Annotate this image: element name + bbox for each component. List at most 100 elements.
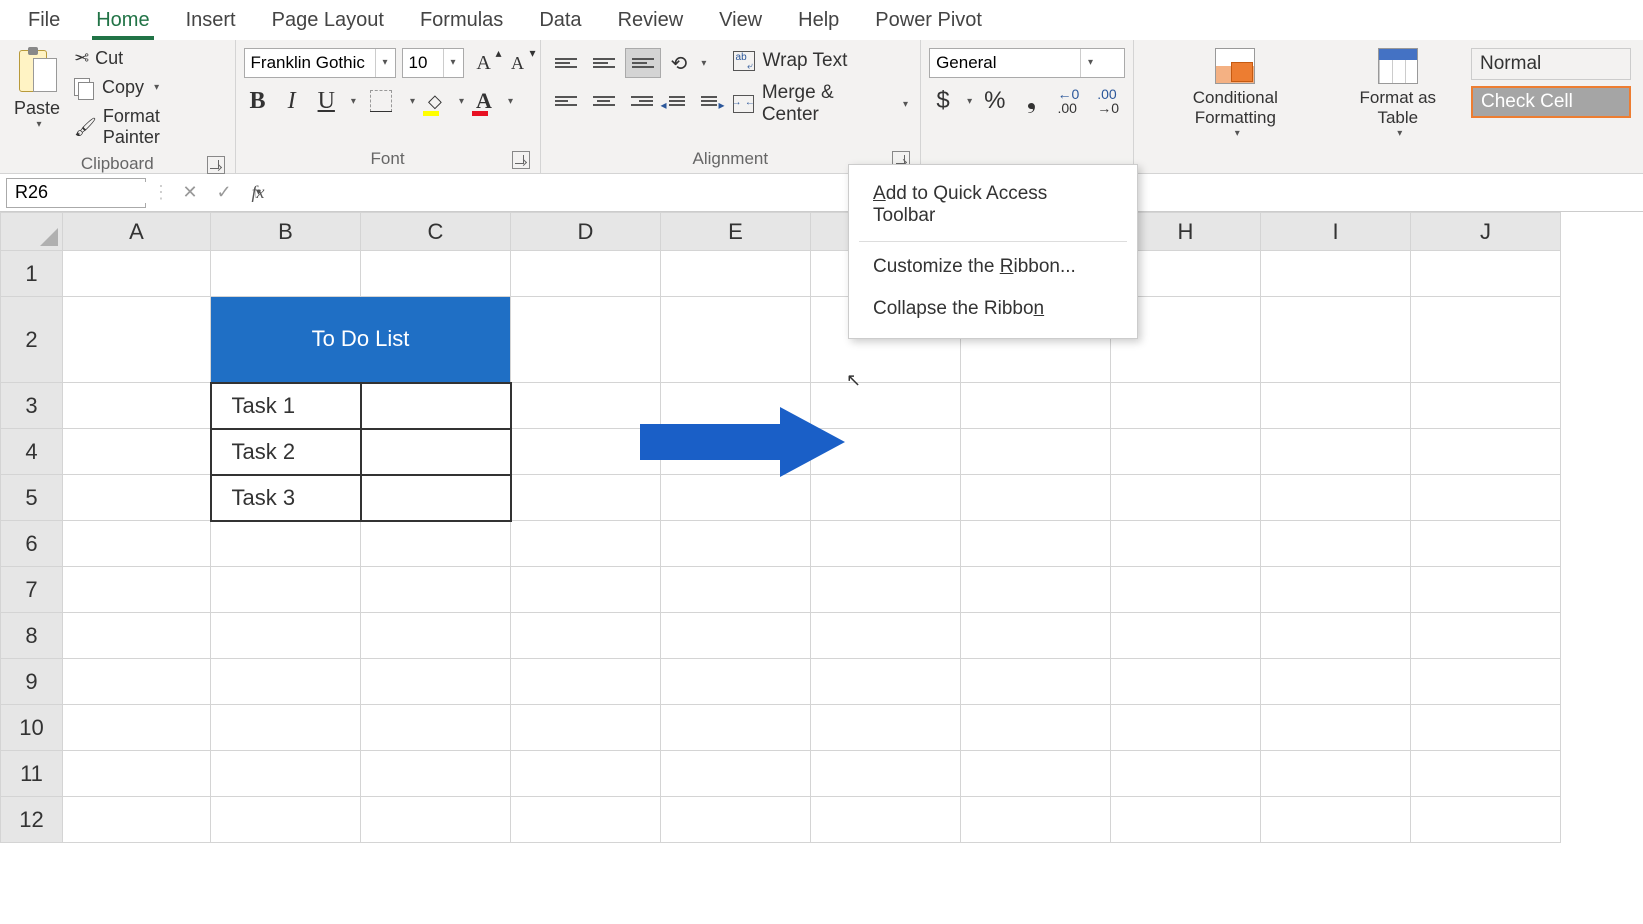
conditional-formatting-button[interactable]: Conditional Formatting▾ [1142, 44, 1329, 143]
orientation-dropdown[interactable]: ▾ [701, 58, 706, 69]
cell-I3[interactable] [1261, 383, 1411, 429]
increase-indent-button[interactable] [695, 86, 723, 116]
align-left-button[interactable] [549, 86, 583, 116]
cell-A9[interactable] [63, 659, 211, 705]
cell-D4[interactable] [511, 429, 661, 475]
cell-E6[interactable] [661, 521, 811, 567]
row-header-9[interactable]: 9 [1, 659, 63, 705]
cell-I8[interactable] [1261, 613, 1411, 659]
tab-formulas[interactable]: Formulas [402, 1, 521, 40]
context-add-qat[interactable]: Add to Quick Access Toolbar [849, 173, 1137, 237]
row-header-8[interactable]: 8 [1, 613, 63, 659]
cell-J9[interactable] [1411, 659, 1561, 705]
cell-J12[interactable] [1411, 797, 1561, 843]
cell-B12[interactable] [211, 797, 361, 843]
cancel-formula-button[interactable]: ✕ [176, 182, 204, 203]
name-box[interactable]: ▾ [6, 178, 146, 208]
underline-dropdown[interactable]: ▾ [351, 96, 356, 107]
cell-I9[interactable] [1261, 659, 1411, 705]
context-customize-ribbon[interactable]: Customize the Ribbon... [849, 246, 1137, 288]
cond-dropdown[interactable]: ▾ [1235, 128, 1240, 139]
cell-D10[interactable] [511, 705, 661, 751]
cell-styles-gallery[interactable]: Normal Check Cell [1467, 44, 1635, 122]
font-size-input[interactable] [403, 49, 443, 77]
clipboard-dialog-launcher[interactable] [207, 156, 225, 174]
cell-C8[interactable] [361, 613, 511, 659]
cell-A1[interactable] [63, 251, 211, 297]
cell-H10[interactable] [1111, 705, 1261, 751]
cell-H3[interactable] [1111, 383, 1261, 429]
cell-E11[interactable] [661, 751, 811, 797]
column-header-J[interactable]: J [1411, 213, 1561, 251]
cell-A5[interactable] [63, 475, 211, 521]
copy-dropdown[interactable]: ▾ [154, 82, 159, 93]
cell-C3[interactable] [361, 383, 511, 429]
font-size-dropdown[interactable]: ▾ [443, 49, 463, 77]
italic-button[interactable]: I [278, 86, 306, 116]
cell-A7[interactable] [63, 567, 211, 613]
row-header-10[interactable]: 10 [1, 705, 63, 751]
cell-H12[interactable] [1111, 797, 1261, 843]
shrink-font-button[interactable]: A▾ [504, 48, 532, 78]
wrap-text-button[interactable]: Wrap Text [733, 50, 909, 72]
cell-I11[interactable] [1261, 751, 1411, 797]
orientation-button[interactable] [665, 48, 694, 78]
merge-dropdown[interactable]: ▾ [903, 99, 908, 110]
cell-D3[interactable] [511, 383, 661, 429]
paste-dropdown[interactable]: ▾ [37, 119, 42, 130]
font-name-dropdown[interactable]: ▾ [375, 49, 395, 77]
currency-dropdown[interactable]: ▾ [967, 96, 972, 107]
tab-insert[interactable]: Insert [168, 1, 254, 40]
cell-G10[interactable] [961, 705, 1111, 751]
column-header-I[interactable]: I [1261, 213, 1411, 251]
row-header-7[interactable]: 7 [1, 567, 63, 613]
number-format-input[interactable] [930, 49, 1080, 77]
grow-font-button[interactable]: A▴ [470, 48, 498, 78]
number-format-combo[interactable]: ▾ [929, 48, 1125, 78]
style-check-cell[interactable]: Check Cell [1471, 86, 1631, 118]
cell-J6[interactable] [1411, 521, 1561, 567]
row-header-2[interactable]: 2 [1, 297, 63, 383]
cell-A2[interactable] [63, 297, 211, 383]
cell-E12[interactable] [661, 797, 811, 843]
cell-B4[interactable]: Task 2 [211, 429, 361, 475]
percent-button[interactable]: % [978, 86, 1011, 116]
enter-formula-button[interactable]: ✓ [210, 182, 238, 203]
column-header-B[interactable]: B [211, 213, 361, 251]
cell-A8[interactable] [63, 613, 211, 659]
cell-H6[interactable] [1111, 521, 1261, 567]
cell-D2[interactable] [511, 297, 661, 383]
cell-E9[interactable] [661, 659, 811, 705]
align-right-button[interactable] [625, 86, 659, 116]
cell-B3[interactable]: Task 1 [211, 383, 361, 429]
cell-F7[interactable] [811, 567, 961, 613]
currency-button[interactable]: $ [929, 86, 957, 116]
row-header-4[interactable]: 4 [1, 429, 63, 475]
cell-G7[interactable] [961, 567, 1111, 613]
format-as-table-button[interactable]: Format as Table▾ [1329, 44, 1467, 143]
cell-A3[interactable] [63, 383, 211, 429]
cell-D9[interactable] [511, 659, 661, 705]
row-header-12[interactable]: 12 [1, 797, 63, 843]
cell-D1[interactable] [511, 251, 661, 297]
cell-I10[interactable] [1261, 705, 1411, 751]
cell-G5[interactable] [961, 475, 1111, 521]
cell-H4[interactable] [1111, 429, 1261, 475]
increase-decimal-button[interactable]: ←0.00 [1051, 86, 1085, 116]
cell-J7[interactable] [1411, 567, 1561, 613]
cell-D7[interactable] [511, 567, 661, 613]
context-collapse-ribbon[interactable]: Collapse the Ribbon [849, 288, 1137, 330]
fill-dropdown[interactable]: ▾ [459, 96, 464, 107]
cell-H7[interactable] [1111, 567, 1261, 613]
cell-B2-C2[interactable]: To Do List [211, 297, 511, 383]
fill-color-button[interactable] [421, 86, 449, 116]
cell-C11[interactable] [361, 751, 511, 797]
cell-J2[interactable] [1411, 297, 1561, 383]
align-center-button[interactable] [587, 86, 621, 116]
tab-page-layout[interactable]: Page Layout [254, 1, 402, 40]
cell-E10[interactable] [661, 705, 811, 751]
row-header-3[interactable]: 3 [1, 383, 63, 429]
cell-B7[interactable] [211, 567, 361, 613]
font-dialog-launcher[interactable] [512, 151, 530, 169]
cell-B5[interactable]: Task 3 [211, 475, 361, 521]
